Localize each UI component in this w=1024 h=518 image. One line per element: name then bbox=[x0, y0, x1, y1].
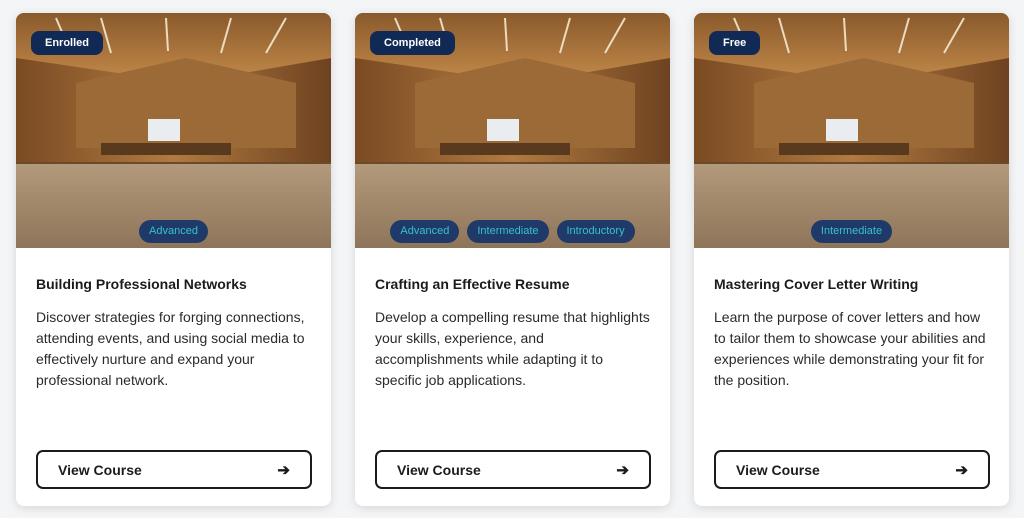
course-title: Mastering Cover Letter Writing bbox=[714, 276, 919, 292]
level-badge: Advanced bbox=[139, 220, 208, 243]
level-badges: Advanced Intermediate Introductory bbox=[355, 220, 670, 243]
level-badges: Advanced bbox=[16, 220, 331, 243]
course-card[interactable]: Enrolled Advanced Building Professional … bbox=[16, 13, 331, 506]
arrow-right-icon: ➔ bbox=[277, 461, 290, 479]
view-course-button[interactable]: View Course ➔ bbox=[375, 450, 651, 489]
status-badge: Enrolled bbox=[31, 31, 104, 55]
level-badge: Introductory bbox=[556, 220, 635, 243]
course-description: Develop a compelling resume that highlig… bbox=[375, 309, 650, 388]
level-badges: Intermediate bbox=[694, 220, 1009, 243]
arrow-right-icon: ➔ bbox=[955, 461, 968, 479]
course-card[interactable]: Free Intermediate Mastering Cover Letter… bbox=[694, 13, 1009, 506]
view-course-label: View Course bbox=[397, 461, 481, 478]
course-title: Crafting an Effective Resume bbox=[375, 276, 570, 292]
course-thumbnail: Completed Advanced Intermediate Introduc… bbox=[355, 13, 670, 248]
course-title: Building Professional Networks bbox=[36, 276, 247, 292]
level-badge: Advanced bbox=[390, 220, 460, 243]
view-course-label: View Course bbox=[58, 461, 142, 478]
arrow-right-icon: ➔ bbox=[616, 461, 629, 479]
course-thumbnail: Free Intermediate bbox=[694, 13, 1009, 248]
course-description: Learn the purpose of cover letters and h… bbox=[714, 309, 986, 388]
status-badge: Completed bbox=[370, 31, 455, 55]
view-course-label: View Course bbox=[736, 461, 820, 478]
level-badge: Intermediate bbox=[810, 220, 893, 243]
course-grid: Enrolled Advanced Building Professional … bbox=[0, 0, 1024, 518]
view-course-button[interactable]: View Course ➔ bbox=[714, 450, 990, 489]
course-description: Discover strategies for forging connecti… bbox=[36, 309, 305, 388]
level-badge: Intermediate bbox=[467, 220, 549, 243]
course-card[interactable]: Completed Advanced Intermediate Introduc… bbox=[355, 13, 670, 506]
view-course-button[interactable]: View Course ➔ bbox=[36, 450, 312, 489]
status-badge: Free bbox=[709, 31, 761, 55]
course-thumbnail: Enrolled Advanced bbox=[16, 13, 331, 248]
